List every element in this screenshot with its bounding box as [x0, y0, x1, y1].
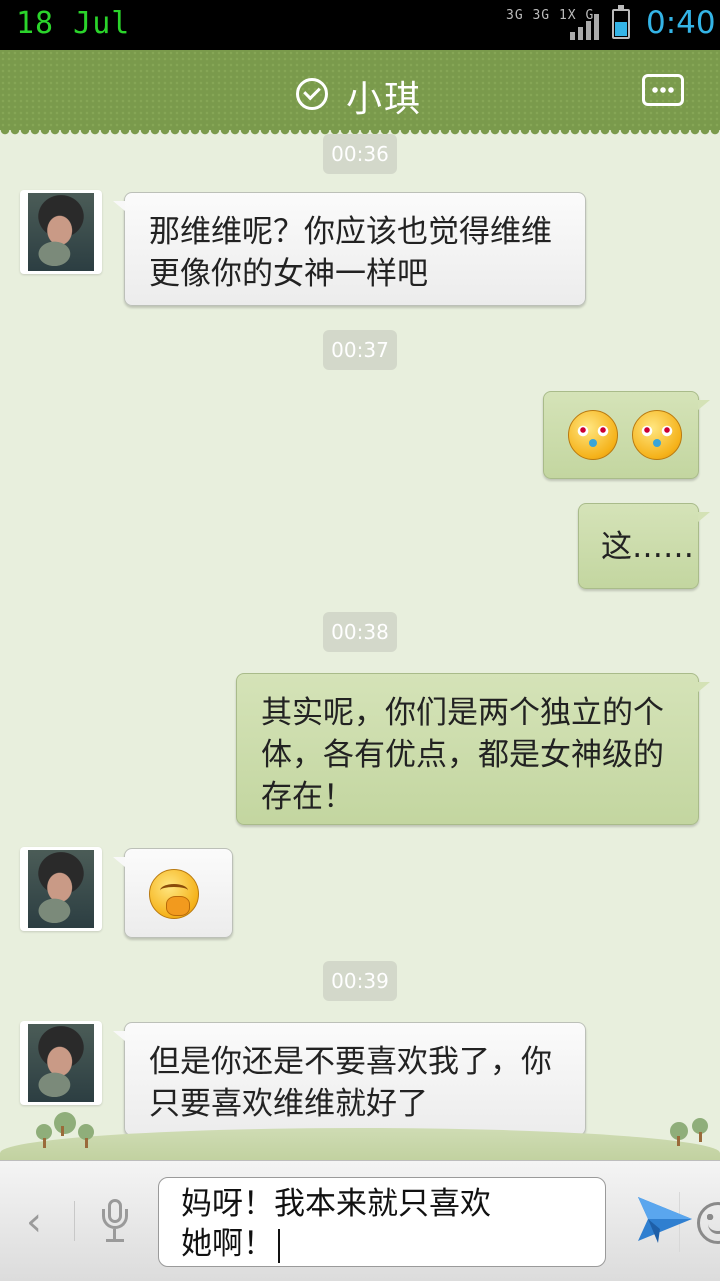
message-bubble-incoming[interactable]: 但是你还是不要喜欢我了，你只要喜欢维维就好了	[113, 1022, 586, 1136]
message-bubble-incoming[interactable]: 那维维呢？你应该也觉得维维更像你的女神一样吧	[113, 192, 586, 306]
message-input[interactable]: 妈呀！我本来就只喜欢她啊！	[158, 1177, 720, 1267]
text-caret	[278, 1228, 280, 1263]
message-input-text: 妈呀！我本来就只喜欢她啊！	[181, 1186, 491, 1263]
check-circle-icon	[296, 78, 328, 110]
battery-icon	[612, 5, 630, 39]
smiley-icon[interactable]	[697, 1202, 720, 1244]
contact-avatar[interactable]	[20, 1021, 102, 1105]
microphone-icon[interactable]	[102, 1199, 128, 1245]
tree-decoration	[36, 1124, 52, 1148]
angry-face-icon	[568, 410, 618, 460]
contact-avatar[interactable]	[20, 847, 102, 931]
status-date: 18 Jul	[16, 6, 131, 41]
divider	[74, 1201, 75, 1241]
tree-decoration	[78, 1124, 94, 1148]
angry-face-icon	[631, 410, 682, 460]
status-time: 0:40	[646, 5, 716, 41]
message-bubble-incoming[interactable]	[113, 848, 233, 938]
message-bubble-outgoing[interactable]	[543, 391, 710, 479]
status-bar: 18 Jul 3G 3G 1X G 0:40	[0, 0, 720, 50]
tree-decoration	[692, 1118, 708, 1142]
contact-avatar[interactable]	[20, 190, 102, 274]
chat-header: 小琪	[0, 50, 720, 138]
message-list[interactable]: 00:36 那维维呢？你应该也觉得维维更像你的女神一样吧 00:37 这…… 0…	[0, 130, 720, 1160]
shy-face-icon	[149, 869, 199, 919]
send-icon[interactable]	[636, 1193, 694, 1245]
tree-decoration	[670, 1122, 688, 1146]
timestamp: 00:39	[323, 961, 397, 1001]
chevron-left-icon[interactable]: ‹	[26, 1199, 42, 1245]
timestamp: 00:38	[323, 612, 397, 652]
tree-decoration	[54, 1112, 76, 1136]
more-icon[interactable]	[642, 74, 684, 106]
signal-icon	[570, 14, 600, 40]
input-bar: ‹ 妈呀！我本来就只喜欢她啊！	[0, 1160, 720, 1281]
timestamp: 00:37	[323, 330, 397, 370]
timestamp: 00:36	[323, 134, 397, 174]
contact-name[interactable]: 小琪	[346, 70, 422, 122]
message-bubble-outgoing[interactable]: 其实呢，你们是两个独立的个体，各有优点，都是女神级的存在！	[236, 673, 710, 825]
message-bubble-outgoing[interactable]: 这……	[578, 503, 710, 589]
